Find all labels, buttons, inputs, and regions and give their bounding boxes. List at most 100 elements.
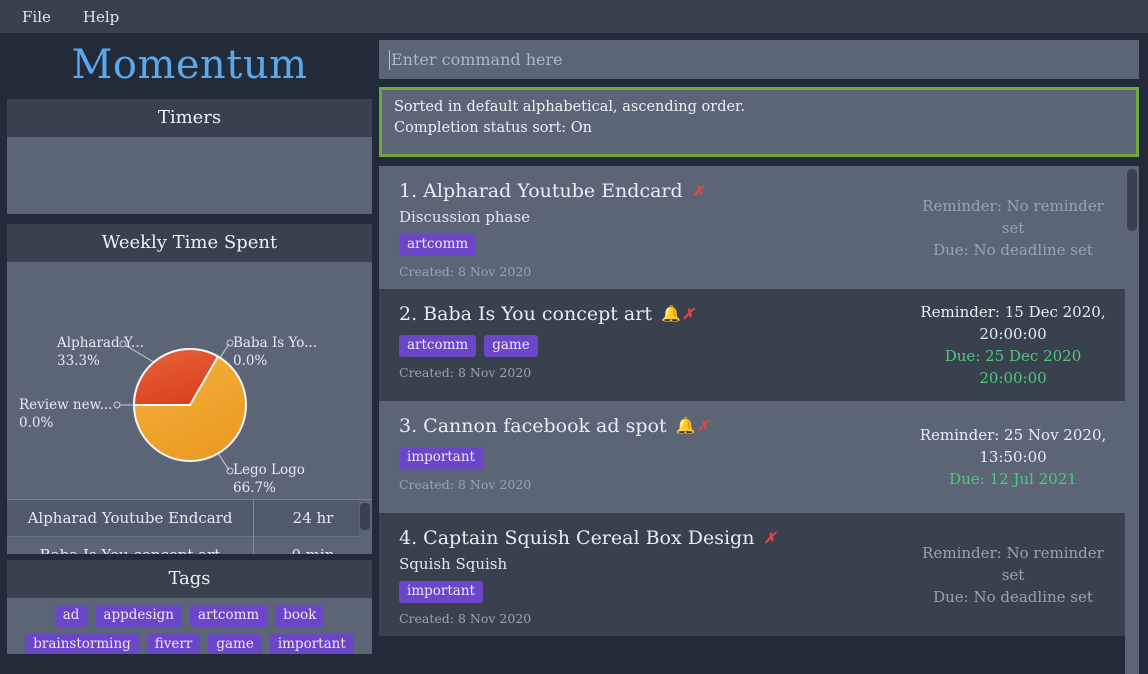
task-row[interactable]: 1. Alpharad Youtube Endcard ✗ Discussion… xyxy=(379,166,1125,289)
task-list: 1. Alpharad Youtube Endcard ✗ Discussion… xyxy=(379,166,1125,674)
task-created: Created: 8 Nov 2020 xyxy=(399,365,532,380)
close-icon[interactable]: ✗ xyxy=(682,301,695,327)
task-icon-group: 🔔 ✗ xyxy=(676,413,710,439)
weekly-time-table: Alpharad Youtube Endcard 24 hr Baba Is Y… xyxy=(7,499,372,554)
pie-chart xyxy=(113,339,247,475)
weekly-time-panel-title: Weekly Time Spent xyxy=(7,224,372,262)
table-cell-value: 0 min xyxy=(254,546,372,554)
table-row[interactable]: Baba Is You concept art 0 min xyxy=(7,537,372,554)
weekly-time-table-clip: Alpharad Youtube Endcard 24 hr Baba Is Y… xyxy=(7,500,372,554)
app-title: Momentum xyxy=(71,41,308,88)
feedback-box: Sorted in default alphabetical, ascendin… xyxy=(379,87,1139,157)
task-tags: artcomm xyxy=(399,234,901,256)
task-due: Due: 25 Dec 2020 20:00:00 xyxy=(944,347,1082,387)
bell-icon: 🔔 xyxy=(660,304,681,323)
tag-chip[interactable]: artcomm xyxy=(399,335,477,357)
task-title-line: 2. Baba Is You concept art 🔔 ✗ xyxy=(399,301,901,327)
tag-chip[interactable]: brainstorming xyxy=(25,634,139,654)
tags-panel: Tags ad appdesign artcomm book brainstor… xyxy=(7,560,372,654)
tag-chip[interactable]: book xyxy=(275,605,325,627)
tag-chip[interactable]: important xyxy=(269,634,354,654)
app-body: Momentum Timers Weekly Time Spent Alphar… xyxy=(0,33,1148,674)
task-side: Reminder: 25 Nov 2020, 13:50:00 Due: 12 … xyxy=(901,401,1125,513)
task-main: 4. Captain Squish Cereal Box Design ✗ Sq… xyxy=(379,513,901,636)
task-list-scrollbar[interactable] xyxy=(1125,166,1139,674)
weekly-time-panel: Weekly Time Spent Alpharad Y... 33.3% Ba… xyxy=(7,224,372,554)
text-caret xyxy=(389,49,390,70)
bell-icon: 🔔 xyxy=(675,416,696,435)
tag-chip[interactable]: artcomm xyxy=(189,605,268,627)
command-input[interactable]: Enter command here xyxy=(379,40,1139,79)
weekly-table-scrollbar[interactable] xyxy=(359,500,372,554)
table-cell-name: Alpharad Youtube Endcard xyxy=(7,500,254,536)
close-icon[interactable]: ✗ xyxy=(692,178,705,204)
command-bar-wrap: Enter command here xyxy=(379,33,1148,79)
task-title-line: 1. Alpharad Youtube Endcard ✗ xyxy=(399,178,901,204)
task-main: 3. Cannon facebook ad spot 🔔 ✗ important… xyxy=(379,401,901,513)
weekly-table-scrollbar-thumb[interactable] xyxy=(360,503,370,530)
task-reminder: Reminder: No reminder set xyxy=(922,196,1104,237)
task-title: 1. Alpharad Youtube Endcard xyxy=(399,180,683,202)
task-side: Reminder: 15 Dec 2020, 20:00:00 Due: 25 … xyxy=(901,289,1125,401)
sidebar: Momentum Timers Weekly Time Spent Alphar… xyxy=(0,33,379,674)
task-icon-group: 🔔 ✗ xyxy=(661,301,695,327)
task-title-line: 4. Captain Squish Cereal Box Design ✗ xyxy=(399,525,901,551)
feedback-line-1: Sorted in default alphabetical, ascendin… xyxy=(394,99,746,115)
table-cell-name: Baba Is You concept art xyxy=(7,537,254,554)
task-title: 3. Cannon facebook ad spot xyxy=(399,415,667,437)
tag-chip[interactable]: important xyxy=(399,447,483,469)
brand-area: Momentum xyxy=(0,33,379,96)
task-title: 4. Captain Squish Cereal Box Design xyxy=(399,527,755,549)
tag-chip[interactable]: appdesign xyxy=(95,605,182,627)
task-row[interactable]: 3. Cannon facebook ad spot 🔔 ✗ important… xyxy=(379,401,1125,513)
task-row[interactable]: 2. Baba Is You concept art 🔔 ✗ artcomm g… xyxy=(379,289,1125,401)
task-icon-group: ✗ xyxy=(763,525,776,551)
task-reminder: Reminder: No reminder set xyxy=(922,543,1104,584)
main-content: Enter command here Sorted in default alp… xyxy=(379,33,1148,674)
tag-chip[interactable]: game xyxy=(208,634,262,654)
task-list-scrollbar-thumb[interactable] xyxy=(1127,169,1137,231)
tag-chip[interactable]: ad xyxy=(54,605,88,627)
task-side: Reminder: No reminder set Due: No deadli… xyxy=(901,513,1125,636)
task-created: Created: 8 Nov 2020 xyxy=(399,264,532,279)
task-description: Discussion phase xyxy=(399,208,531,226)
command-input-placeholder: Enter command here xyxy=(391,50,563,69)
task-tags: important xyxy=(399,447,901,469)
task-icon-group: ✗ xyxy=(692,178,705,204)
task-created: Created: 8 Nov 2020 xyxy=(399,477,532,492)
pie-label-alpharad: Alpharad Y... 33.3% xyxy=(57,335,144,369)
timers-panel: Timers xyxy=(7,99,372,214)
pie-label-lego: Lego Logo 66.7% xyxy=(233,462,305,496)
pie-chart-area: Alpharad Y... 33.3% Baba Is Yo... 0.0% R… xyxy=(7,262,372,499)
menu-item-file[interactable]: File xyxy=(22,8,51,26)
task-reminder: Reminder: 15 Dec 2020, 20:00:00 xyxy=(920,303,1106,343)
feedback-wrap: Sorted in default alphabetical, ascendin… xyxy=(379,79,1148,157)
tag-chip[interactable]: fiverr xyxy=(146,634,201,654)
tags-panel-title: Tags xyxy=(7,560,372,598)
menu-item-help[interactable]: Help xyxy=(83,8,119,26)
task-created: Created: 8 Nov 2020 xyxy=(399,611,532,626)
task-title: 2. Baba Is You concept art xyxy=(399,303,652,325)
task-title-line: 3. Cannon facebook ad spot 🔔 ✗ xyxy=(399,413,901,439)
task-list-wrap: 1. Alpharad Youtube Endcard ✗ Discussion… xyxy=(379,166,1139,674)
close-icon[interactable]: ✗ xyxy=(697,413,710,439)
tag-chip[interactable]: important xyxy=(399,581,483,603)
task-main: 1. Alpharad Youtube Endcard ✗ Discussion… xyxy=(379,166,901,289)
table-row[interactable]: Alpharad Youtube Endcard 24 hr xyxy=(7,500,372,537)
task-row[interactable]: 4. Captain Squish Cereal Box Design ✗ Sq… xyxy=(379,513,1125,636)
task-main: 2. Baba Is You concept art 🔔 ✗ artcomm g… xyxy=(379,289,901,401)
task-tags: important xyxy=(399,581,901,603)
task-tags: artcomm game xyxy=(399,335,901,357)
close-icon[interactable]: ✗ xyxy=(763,525,776,551)
feedback-line-2: Completion status sort: On xyxy=(394,120,592,136)
timers-panel-body xyxy=(7,137,372,214)
pie-label-review: Review new... 0.0% xyxy=(19,397,113,431)
task-reminder: Reminder: 25 Nov 2020, 13:50:00 xyxy=(919,426,1107,466)
task-due: Due: No deadline set xyxy=(933,240,1093,259)
timers-panel-title: Timers xyxy=(7,99,372,137)
tag-chip[interactable]: artcomm xyxy=(399,234,477,256)
task-due: Due: No deadline set xyxy=(933,587,1093,606)
pie-label-baba: Baba Is Yo... 0.0% xyxy=(233,335,318,369)
tag-chip[interactable]: game xyxy=(484,335,538,357)
